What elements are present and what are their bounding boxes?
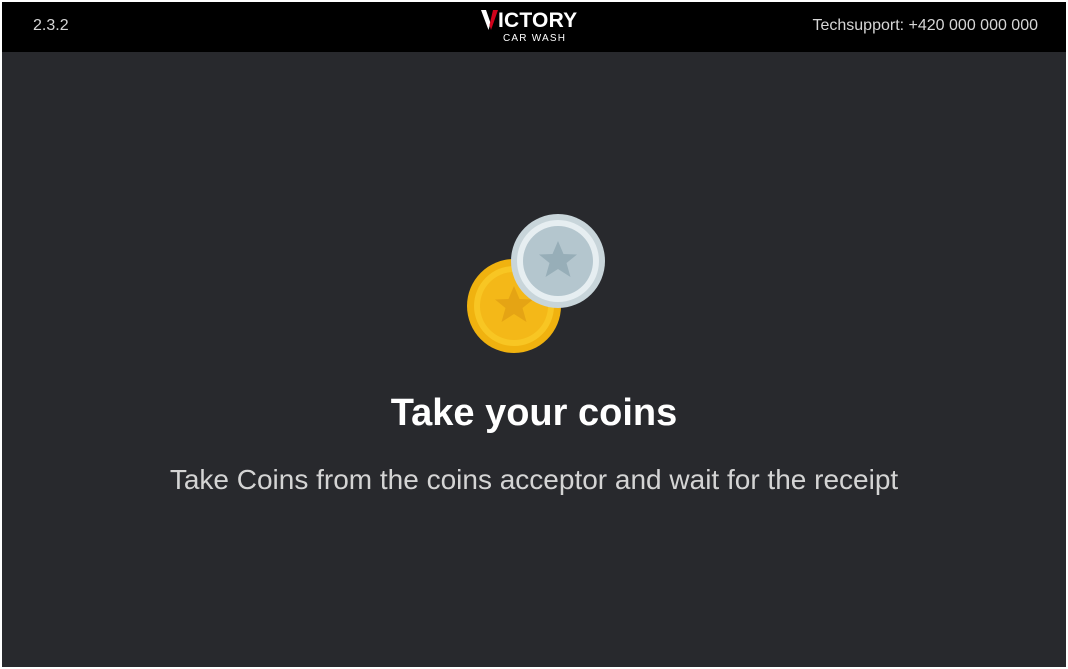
techsupport-contact: Techsupport: +420 000 000 000 [812,17,1038,34]
top-bar: 2.3.2 ICTORY CAR WASH Techsupport: +420 … [2,2,1066,52]
app-version: 2.3.2 [33,17,69,34]
silver-coin-icon [511,214,605,308]
page-title: Take your coins [390,392,678,434]
logo-v-icon [481,10,498,30]
victory-logo: ICTORY CAR WASH [481,10,587,46]
instruction-text: Take Coins from the coins acceptor and w… [169,464,899,495]
kiosk-screen: 2.3.2 ICTORY CAR WASH Techsupport: +420 … [2,2,1066,667]
logo-word: ICTORY [498,9,578,32]
coins-illustration [467,214,605,353]
logo-subtitle: CAR WASH [503,33,567,44]
